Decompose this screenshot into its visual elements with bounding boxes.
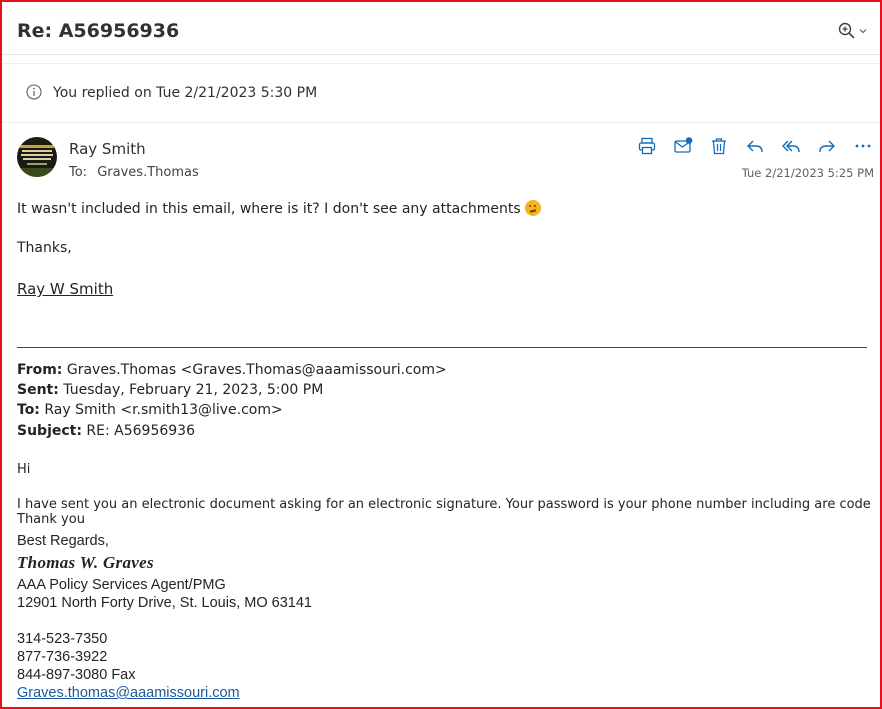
mark-unread-button[interactable] (672, 135, 694, 157)
more-icon (855, 144, 871, 148)
forward-button[interactable] (816, 135, 838, 157)
print-button[interactable] (636, 135, 658, 157)
quoted-to-line: To: Ray Smith <r.smith13@live.com> (17, 402, 283, 418)
quoted-subject: RE: A56956936 (86, 423, 195, 439)
sender-signature: Ray W Smith (17, 280, 114, 298)
reply-all-icon (782, 140, 800, 153)
quoted-from: Graves.Thomas <Graves.Thomas@aaamissouri… (66, 362, 447, 378)
quoted-phone-2: 877-736-3922 (17, 649, 108, 665)
avatar[interactable] (17, 137, 57, 177)
thanks-line: Thanks, (17, 240, 72, 256)
reply-icon (747, 140, 763, 153)
email-window: Re: A56956936 You replied on Tue 2/21/20… (0, 0, 882, 709)
delete-button[interactable] (708, 135, 730, 157)
quoted-sent: Tuesday, February 21, 2023, 5:00 PM (63, 382, 324, 398)
replied-text: You replied on Tue 2/21/2023 5:30 PM (53, 85, 318, 101)
message-date: Tue 2/21/2023 5:25 PM (741, 166, 874, 180)
replied-banner: You replied on Tue 2/21/2023 5:30 PM (2, 63, 880, 123)
to-label-quoted: To: (17, 402, 40, 418)
quoted-subject-line: Subject: RE: A56956936 (17, 423, 195, 439)
body-paragraph: It wasn't included in this email, where … (17, 200, 541, 217)
zoom-icon (838, 22, 855, 39)
quoted-address: 12901 North Forty Drive, St. Louis, MO 6… (17, 595, 312, 611)
reply-button[interactable] (744, 135, 766, 157)
subject-label: Subject: (17, 423, 82, 439)
mark-unread-icon (674, 137, 693, 153)
quote-divider (17, 347, 867, 348)
more-actions-button[interactable] (852, 135, 874, 157)
subject-bar: Re: A56956936 (2, 2, 880, 55)
quoted-sent-line: Sent: Tuesday, February 21, 2023, 5:00 P… (17, 382, 323, 398)
quoted-regards: Best Regards, (17, 533, 109, 549)
avatar-image (17, 137, 57, 177)
quoted-phone-1: 314-523-7350 (17, 631, 108, 647)
thinking-emoji-icon (524, 200, 541, 216)
quoted-fax: 844-897-3080 Fax (17, 667, 136, 683)
zoom-button[interactable] (838, 22, 868, 40)
quoted-body: I have sent you an electronic document a… (17, 497, 871, 527)
quoted-email-link[interactable]: Graves.thomas@aaamissouri.com (17, 685, 240, 701)
sent-label: Sent: (17, 382, 59, 398)
quoted-to: Ray Smith <r.smith13@live.com> (44, 402, 283, 418)
print-icon (638, 137, 656, 155)
info-icon (26, 84, 42, 100)
recipient-line: To: Graves.Thomas (69, 165, 199, 180)
quoted-greeting: Hi (17, 462, 31, 477)
message-toolbar (636, 134, 874, 158)
reply-all-button[interactable] (780, 135, 802, 157)
body-text: It wasn't included in this email, where … (17, 201, 521, 217)
chevron-down-icon (859, 29, 867, 34)
quoted-title: AAA Policy Services Agent/PMG (17, 577, 226, 593)
sender-name[interactable]: Ray Smith (69, 140, 146, 158)
quoted-signature-name: Thomas W. Graves (17, 553, 154, 572)
quoted-from-line: From: Graves.Thomas <Graves.Thomas@aaami… (17, 362, 447, 378)
delete-icon (712, 138, 726, 155)
forward-icon (819, 140, 835, 153)
recipient-name[interactable]: Graves.Thomas (97, 165, 199, 180)
from-label: From: (17, 362, 63, 378)
to-label: To: (69, 165, 88, 180)
email-subject: Re: A56956936 (17, 20, 180, 42)
